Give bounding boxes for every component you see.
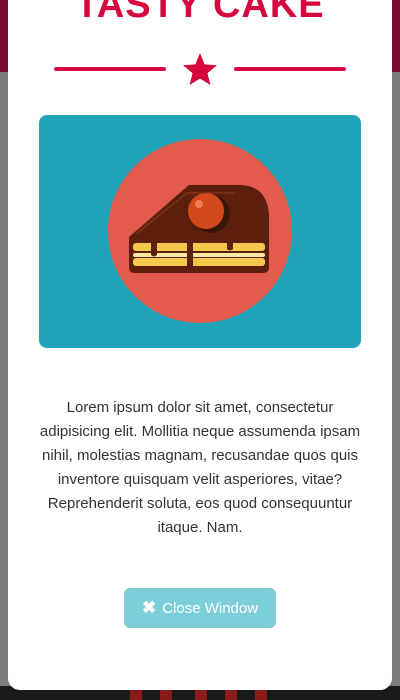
close-window-button[interactable]: ✖ Close Window [124,588,276,628]
modal-window: TASTY CAKE Lorem ipsum dolor sit amet, c… [8,0,392,690]
divider-line-right [234,67,346,71]
close-icon: ✖ [141,598,157,617]
close-window-label: Close Window [162,599,259,617]
modal-title: TASTY CAKE [75,0,325,26]
cake-slice-icon [108,139,292,323]
cake-image [39,115,361,348]
star-icon [183,53,217,85]
divider-line-left [54,67,166,71]
modal-body-text: Lorem ipsum dolor sit amet, consectetur … [39,399,361,536]
title-divider [54,52,346,86]
